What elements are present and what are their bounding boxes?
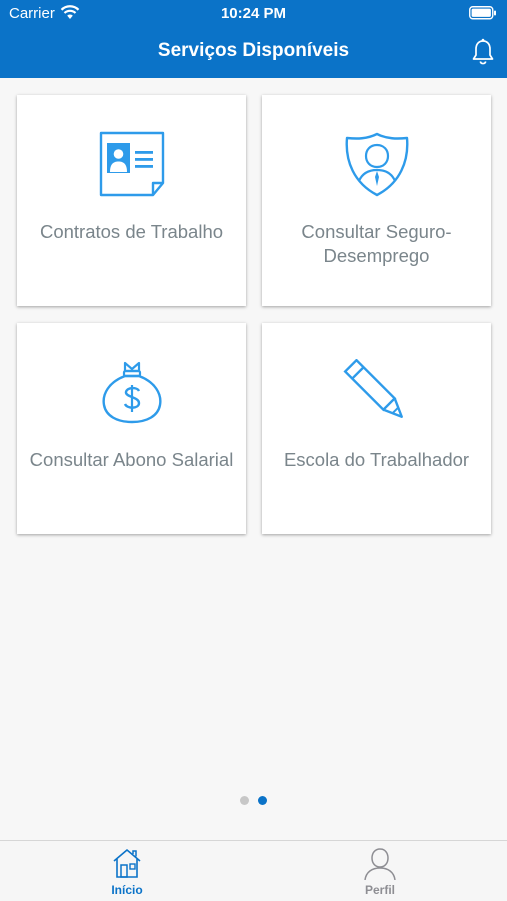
- tab-bar: Início Perfil: [0, 840, 507, 901]
- card-consultar-seguro-desemprego[interactable]: Consultar Seguro-Desemprego: [262, 95, 491, 306]
- tab-label: Perfil: [364, 883, 395, 897]
- card-label: Escola do Trabalhador: [283, 449, 470, 470]
- page-dot[interactable]: [240, 796, 249, 805]
- navigation-bar: Serviços Disponíveis: [0, 28, 507, 78]
- card-label: Contratos de Trabalho: [39, 221, 224, 242]
- id-card-document-icon: [17, 131, 246, 197]
- page-title: Serviços Disponíveis: [157, 40, 350, 61]
- person-shield-icon: [262, 131, 491, 197]
- tab-label: Início: [111, 883, 143, 897]
- clock: 10:24 PM: [220, 5, 287, 22]
- house-icon: [111, 847, 143, 884]
- person-outline-icon: [363, 846, 397, 885]
- card-contratos-de-trabalho[interactable]: Contratos de Trabalho: [17, 95, 246, 306]
- card-escola-do-trabalhador[interactable]: Escola do Trabalhador: [262, 323, 491, 534]
- page-dot-active[interactable]: [258, 796, 267, 805]
- card-consultar-abono-salarial[interactable]: Consultar Abono Salarial: [17, 323, 246, 534]
- tab-inicio[interactable]: Início: [67, 841, 187, 901]
- battery-icon: [469, 6, 497, 24]
- tab-perfil[interactable]: Perfil: [320, 841, 440, 901]
- status-bar: Carrier 10:24 PM: [0, 0, 507, 28]
- bell-icon[interactable]: [471, 38, 495, 71]
- page-indicator: [0, 796, 507, 806]
- card-label: Consultar Abono Salarial: [29, 449, 234, 470]
- card-label: Consultar Seguro-Desemprego: [301, 221, 452, 266]
- pencil-icon: [262, 358, 491, 425]
- money-bag-icon: [17, 359, 246, 425]
